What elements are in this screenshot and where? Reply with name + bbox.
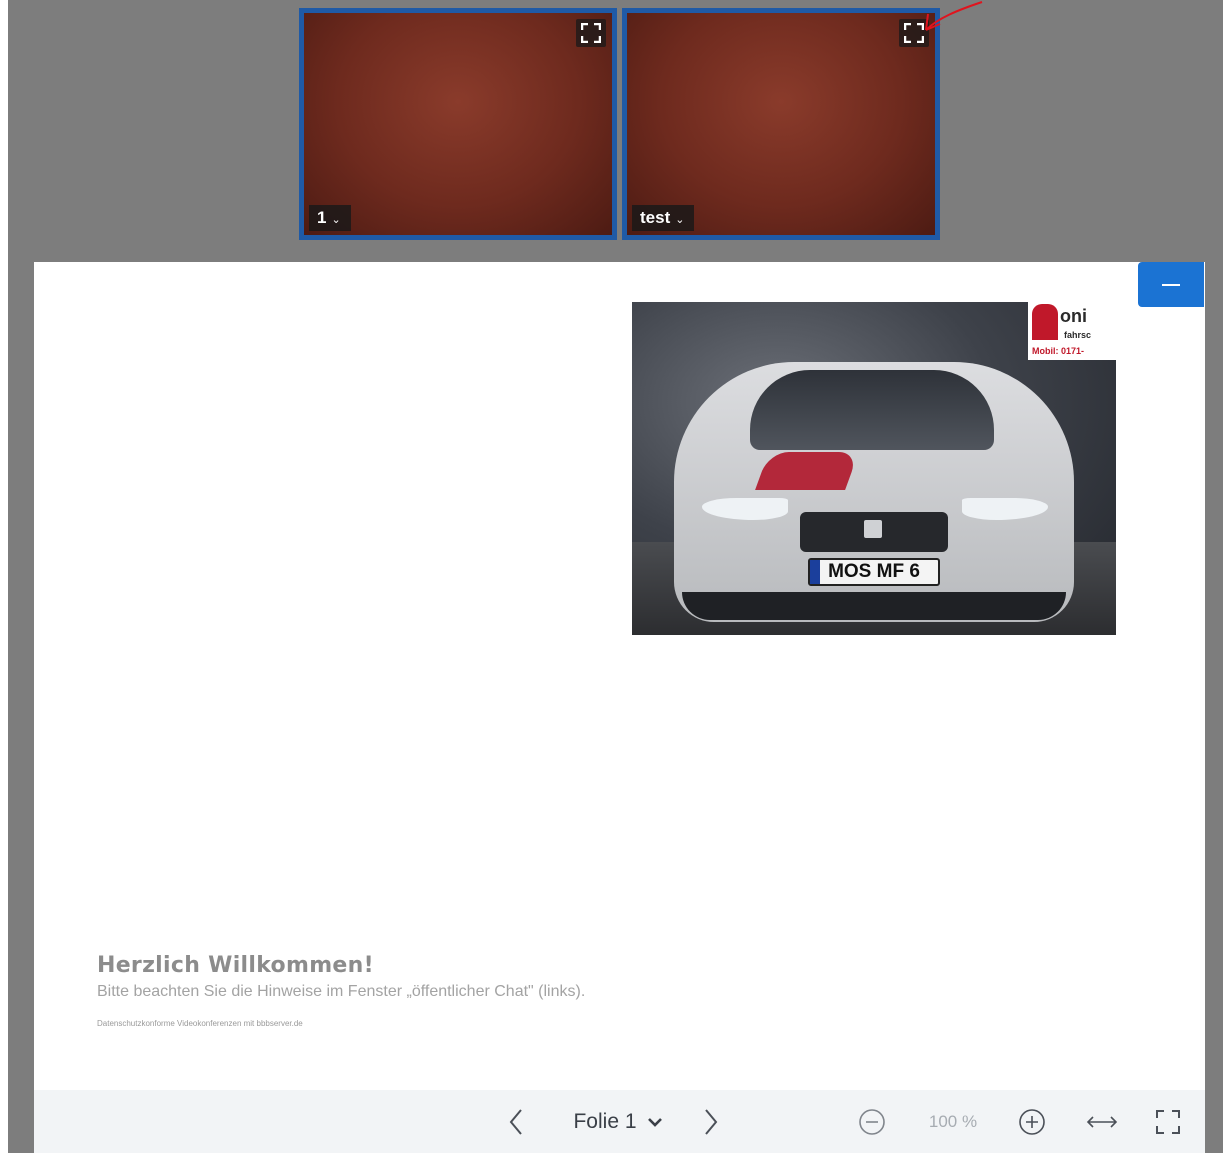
video-user-dropdown[interactable]: test ⌄: [632, 205, 695, 231]
license-plate: MOS MF 6: [808, 558, 940, 586]
zoom-in-button[interactable]: [1012, 1090, 1052, 1153]
driving-school-logo: oni fahrsc Mobil: 0171-: [1028, 302, 1116, 360]
zoom-out-button[interactable]: [852, 1090, 892, 1153]
chevron-left-icon: [509, 1108, 522, 1135]
fine-print: Datenschutzkonforme Videokonferenzen mit…: [97, 1019, 303, 1028]
next-slide-button[interactable]: [695, 1090, 727, 1153]
fullscreen-icon: [1156, 1109, 1180, 1134]
fit-width-icon: [1086, 1115, 1118, 1128]
video-tile[interactable]: 1 ⌄: [299, 8, 617, 240]
fullscreen-icon: [581, 23, 601, 43]
previous-slide-button[interactable]: [500, 1090, 532, 1153]
slide-label: Folie 1: [573, 1109, 637, 1133]
zoom-level: 100 %: [928, 1112, 978, 1131]
chevron-down-icon: ⌄: [331, 214, 341, 226]
video-tile[interactable]: test ⌄: [622, 8, 940, 240]
minus-icon: [1162, 284, 1180, 286]
fit-to-width-button[interactable]: [1080, 1090, 1124, 1153]
video-user-name: test: [640, 208, 671, 227]
welcome-title: Herzlich Willkommen!: [97, 953, 374, 978]
welcome-text: Bitte beachten Sie die Hinweise im Fenst…: [97, 983, 586, 1000]
chevron-down-icon: [647, 1117, 662, 1127]
video-feed: [627, 13, 935, 235]
minimize-presentation-button[interactable]: [1138, 262, 1204, 307]
video-user-dropdown[interactable]: 1 ⌄: [309, 205, 351, 231]
zoom-out-icon: [859, 1108, 885, 1135]
video-fullscreen-button[interactable]: [576, 19, 606, 47]
video-feed: [304, 13, 612, 235]
chevron-down-icon: ⌄: [675, 214, 685, 226]
chevron-right-icon: [705, 1108, 718, 1135]
annotation-arrow: [925, 1, 983, 31]
zoom-in-icon: [1019, 1108, 1045, 1135]
slide-car-image: MOS MF 6 oni fahrsc Mobil: 0171-: [632, 302, 1116, 635]
video-user-name: 1: [317, 208, 327, 227]
slide-select[interactable]: Folie 1: [556, 1090, 680, 1153]
presentation-fullscreen-button[interactable]: [1146, 1090, 1190, 1153]
